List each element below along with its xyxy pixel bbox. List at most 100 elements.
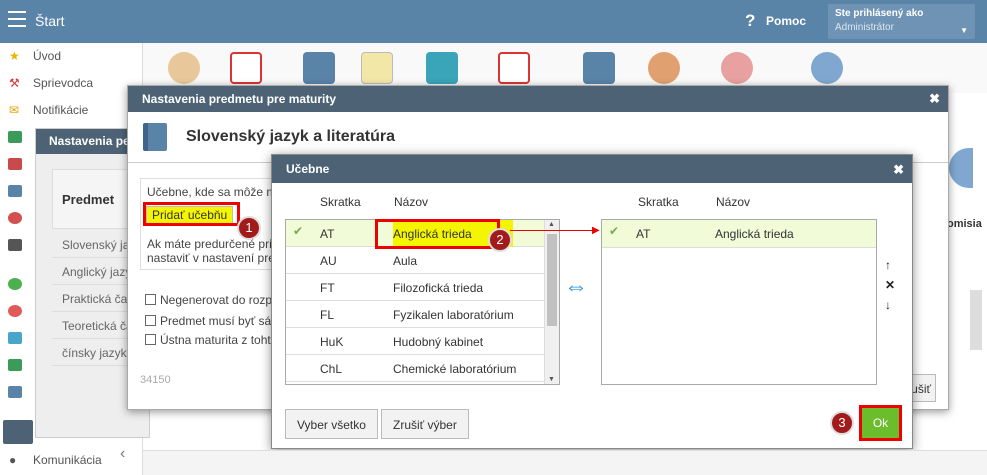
- students-icon[interactable]: [168, 52, 200, 84]
- highlight-marker: [143, 202, 240, 226]
- settings-icon[interactable]: [8, 305, 22, 317]
- dialog-header: Nastavenia predmetu pre maturity: [128, 86, 948, 112]
- list-icon[interactable]: [8, 239, 22, 251]
- shield-icon[interactable]: [8, 359, 22, 371]
- checkbox-no-generate[interactable]: Negenerovat do rozp: [145, 293, 272, 307]
- list-item[interactable]: FL Fyzikalen laboratórium: [286, 301, 559, 328]
- user-menu[interactable]: Ste prihlásený ako Administrátor ▼: [828, 4, 975, 39]
- dialog-header: Učebne: [272, 155, 912, 183]
- selected-classrooms-list[interactable]: ✔ AT Anglická trieda: [601, 219, 877, 385]
- scroll-down-icon[interactable]: ▼: [548, 376, 555, 383]
- item-name: Anglická trieda: [715, 227, 794, 241]
- sidebar-item-komunikacia[interactable]: ● Komunikácia: [9, 453, 102, 467]
- sidebar-item-label: Notifikácie: [33, 103, 89, 117]
- column-name: Názov: [394, 195, 429, 209]
- right-circle-icon: [949, 148, 973, 188]
- sidebar-item-notifikacie[interactable]: ✉ Notifikácie: [9, 103, 88, 117]
- list-item[interactable]: AU Aula: [286, 247, 559, 274]
- book-icon: [143, 123, 167, 151]
- swap-arrows-icon[interactable]: ⇔: [564, 275, 588, 299]
- item-name: Hudobný kabinet: [393, 335, 484, 349]
- highlight-marker: [375, 219, 500, 249]
- help-icon[interactable]: ?: [745, 11, 755, 31]
- item-short: FL: [320, 308, 335, 322]
- item-short: AT: [320, 227, 335, 241]
- page-scrollbar[interactable]: [970, 290, 982, 350]
- arrow-right-icon[interactable]: [303, 52, 335, 84]
- notebook-icon[interactable]: [583, 52, 615, 84]
- certificate-icon[interactable]: [498, 52, 530, 84]
- list-item[interactable]: HuK Hudobný kabinet: [286, 328, 559, 355]
- deselect-button[interactable]: Zrušiť výber: [381, 409, 469, 439]
- person-icon[interactable]: [8, 212, 22, 224]
- column-header: Predmet: [62, 192, 115, 207]
- checkbox-oral[interactable]: Ústna maturita z toht: [145, 333, 271, 347]
- arrow-head-icon: ▶: [592, 225, 600, 236]
- step-badge-3: 3: [830, 411, 854, 435]
- user-label: Ste prihlásený ako: [835, 8, 924, 19]
- sidebar-item-label: Úvod: [33, 49, 62, 63]
- item-short: HuK: [320, 335, 344, 349]
- checkbox[interactable]: [145, 334, 156, 345]
- bar-chart-icon[interactable]: [426, 52, 458, 84]
- move-up-icon[interactable]: ↑: [885, 258, 891, 272]
- help-link[interactable]: Pomoc: [766, 14, 806, 28]
- app-title[interactable]: Štart: [35, 13, 65, 29]
- checkbox-label: Ústna maturita z toht: [160, 333, 271, 347]
- grid-icon[interactable]: [8, 332, 22, 344]
- checkbox[interactable]: [145, 294, 156, 305]
- select-all-button[interactable]: Vyber všetko: [285, 409, 378, 439]
- chat-icon: ●: [9, 453, 17, 467]
- item-short: ChL: [320, 362, 343, 376]
- item-name: Fyzikalen laboratórium: [393, 308, 514, 322]
- item-name: Chemické laboratórium: [393, 362, 517, 376]
- cut-column-header: omisia: [947, 218, 982, 230]
- checkbox[interactable]: [145, 315, 156, 326]
- teacher-icon[interactable]: [648, 52, 680, 84]
- wand-icon: ⚒: [9, 76, 20, 90]
- parents-icon[interactable]: [721, 52, 753, 84]
- arrow-line: [510, 230, 598, 231]
- checkbox-label: Predmet musí byť sá: [160, 314, 272, 328]
- checkbox-label: Negenerovat do rozp: [160, 293, 273, 307]
- item-short: AU: [320, 254, 337, 268]
- scrollbar-thumb[interactable]: [547, 234, 557, 326]
- column-short: Skratka: [638, 195, 679, 209]
- scrollbar[interactable]: ▲ ▼: [544, 220, 559, 384]
- book-icon[interactable]: [8, 185, 22, 197]
- item-short: FT: [320, 281, 335, 295]
- menu-icon[interactable]: [8, 11, 26, 27]
- column-short: Skratka: [320, 195, 361, 209]
- list-item[interactable]: FT Filozofická trieda: [286, 274, 559, 301]
- top-bar: Štart ? Pomoc Ste prihlásený ako Adminis…: [0, 0, 987, 43]
- checkbox-required[interactable]: Predmet musí byť sá: [145, 314, 271, 328]
- sidebar-item-sprievodca[interactable]: ⚒ Sprievodca: [9, 76, 93, 90]
- check-icon[interactable]: [8, 278, 22, 290]
- calendar-icon[interactable]: [8, 158, 22, 170]
- scroll-up-icon[interactable]: ▲: [548, 221, 555, 228]
- collapse-chevron-icon[interactable]: ‹: [120, 445, 125, 463]
- document-icon[interactable]: [230, 52, 262, 84]
- subject-code: 34150: [140, 374, 171, 386]
- list-item[interactable]: ✔ AT Anglická trieda: [602, 220, 876, 248]
- item-short: AT: [636, 227, 651, 241]
- step-badge-1: 1: [237, 216, 261, 240]
- close-icon[interactable]: ✖: [929, 91, 940, 107]
- close-icon[interactable]: ✖: [893, 162, 904, 178]
- help-circle-icon[interactable]: [811, 52, 843, 84]
- star-icon: ★: [9, 49, 20, 63]
- list-item[interactable]: ChL Chemické laboratórium: [286, 355, 559, 382]
- home-icon[interactable]: [8, 131, 22, 143]
- clock-icon[interactable]: [361, 52, 393, 84]
- item-name: Aula: [393, 254, 418, 268]
- open-book-icon[interactable]: [3, 420, 33, 444]
- chart-icon[interactable]: [8, 386, 22, 398]
- sidebar-item-label: Komunikácia: [33, 453, 102, 467]
- move-down-icon[interactable]: ↓: [885, 298, 891, 312]
- classrooms-text: Učebne, kde sa môže m: [147, 185, 277, 199]
- sidebar-item-uvod[interactable]: ★ Úvod: [9, 49, 61, 63]
- remove-icon[interactable]: ✕: [885, 278, 895, 292]
- ok-button[interactable]: Ok: [859, 405, 902, 441]
- mail-icon: ✉: [9, 103, 20, 117]
- classrooms-dialog: Učebne ✖ Skratka Názov Skratka Názov ✔ A…: [271, 154, 913, 449]
